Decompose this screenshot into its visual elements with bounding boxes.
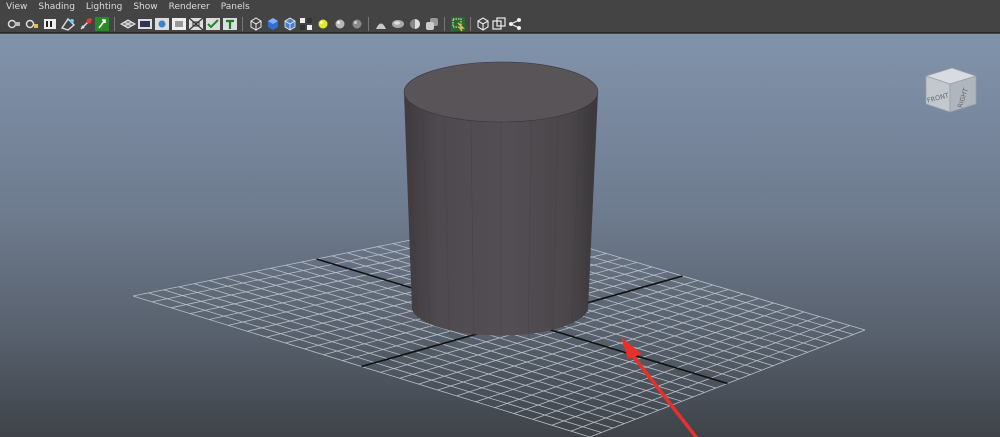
smooth-shade-icon[interactable] [265,16,281,32]
isolate-select-icon[interactable] [450,16,466,32]
xray-joints-icon[interactable] [475,16,491,32]
use-all-lights-icon[interactable] [315,16,331,32]
safe-title-icon[interactable] [205,16,221,32]
cylinder-object[interactable] [403,61,599,340]
select-camera-icon[interactable] [6,16,22,32]
menu-view[interactable]: View [6,0,27,15]
wireframe-icon[interactable] [248,16,264,32]
scene-view[interactable] [0,34,1000,437]
lock-camera-icon[interactable] [24,16,40,32]
xray-active-components-icon[interactable] [491,16,507,32]
panel-menu-bar: View Shading Lighting Show Renderer Pane… [0,0,1000,15]
menu-shading[interactable]: Shading [38,0,75,15]
panel-toolbar [0,15,1000,33]
menu-panels[interactable]: Panels [221,0,250,15]
gate-mask-icon[interactable] [171,16,187,32]
view-cube[interactable]: FRONT RIGHT [918,54,982,118]
image-plane-icon[interactable] [78,16,94,32]
textured-icon[interactable] [298,16,314,32]
field-chart-icon[interactable] [188,16,204,32]
depth-of-field-icon[interactable] [407,16,423,32]
menu-show[interactable]: Show [133,0,157,15]
anti-aliasing-icon[interactable] [390,16,406,32]
screen-space-ao-icon[interactable] [349,16,365,32]
cylinder-cap[interactable] [403,61,599,123]
xray-icon[interactable] [424,16,440,32]
film-gate-icon[interactable] [137,16,153,32]
safe-action-icon[interactable] [222,16,238,32]
grid-icon[interactable] [120,16,136,32]
backface-culling-icon[interactable] [507,16,523,32]
resolution-gate-icon[interactable] [154,16,170,32]
two-d-pan-zoom-icon[interactable] [94,16,110,32]
shadows-icon[interactable] [332,16,348,32]
camera-attributes-icon[interactable] [42,16,58,32]
motion-blur-icon[interactable] [373,16,389,32]
menu-renderer[interactable]: Renderer [169,0,210,15]
bookmarks-icon[interactable] [60,16,76,32]
perspective-viewport[interactable]: FRONT RIGHT [0,34,1000,437]
default-material-icon[interactable] [282,16,298,32]
menu-lighting[interactable]: Lighting [86,0,122,15]
